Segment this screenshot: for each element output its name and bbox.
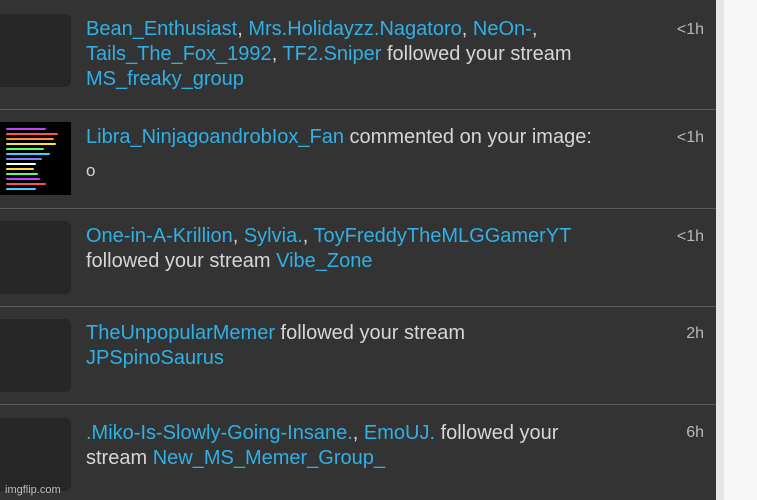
separator: , xyxy=(232,225,244,247)
action-text: commented on your image: xyxy=(349,126,592,148)
watermark: imgflip.com xyxy=(5,484,61,496)
action-text: stream xyxy=(86,447,148,469)
notification-row[interactable]: TheUnpopularMemer followed your stream J… xyxy=(0,307,716,405)
notification-text: TheUnpopularMemer followed your stream J… xyxy=(86,321,656,371)
comment-text: o xyxy=(86,161,96,180)
side-area xyxy=(724,0,757,500)
timestamp: <1h xyxy=(676,21,704,38)
user-link[interactable]: Libra_NinjagoandrobIox_Fan xyxy=(86,126,344,148)
separator: , xyxy=(531,18,538,40)
separator: , xyxy=(302,225,314,247)
stream-link[interactable]: Vibe_Zone xyxy=(276,250,372,272)
timestamp: 6h xyxy=(686,424,704,441)
stream-thumbnail[interactable] xyxy=(0,418,71,491)
separator: , xyxy=(271,43,283,65)
separator: , xyxy=(237,18,249,40)
notification-row[interactable]: Libra_NinjagoandrobIox_Fan commented on … xyxy=(0,110,716,209)
user-link[interactable]: NeOn- xyxy=(473,18,532,40)
user-link[interactable]: ToyFreddyTheMLGGamerYT xyxy=(314,225,572,247)
notifications-panel: Bean_Enthusiast, Mrs.Holidayzz.Nagatoro,… xyxy=(0,0,716,500)
timestamp: <1h xyxy=(676,228,704,245)
user-link[interactable]: TheUnpopularMemer xyxy=(86,322,275,344)
stream-link[interactable]: JPSpinoSaurus xyxy=(86,347,224,369)
notification-row[interactable]: One-in-A-Krillion, Sylvia., ToyFreddyThe… xyxy=(0,209,716,307)
user-link[interactable]: Tails_The_Fox_1992 xyxy=(86,43,272,65)
user-link[interactable]: One-in-A-Krillion xyxy=(86,225,233,247)
action-text: followed your stream xyxy=(280,322,466,344)
user-link[interactable]: Mrs.Holidayzz.Nagatoro xyxy=(248,18,461,40)
action-text: followed your stream xyxy=(386,43,572,65)
notification-text: One-in-A-Krillion, Sylvia., ToyFreddyThe… xyxy=(86,224,656,274)
user-link[interactable]: Sylvia. xyxy=(244,225,303,247)
separator: , xyxy=(461,18,473,40)
notification-text: Libra_NinjagoandrobIox_Fan commented on … xyxy=(86,125,656,150)
action-text: followed your stream xyxy=(86,250,271,272)
stream-thumbnail[interactable] xyxy=(0,221,71,294)
user-link[interactable]: .Miko-Is-Slowly-Going-Insane. xyxy=(86,422,353,444)
notification-row[interactable]: Bean_Enthusiast, Mrs.Holidayzz.Nagatoro,… xyxy=(0,0,716,110)
scrollbar-track[interactable] xyxy=(716,0,724,500)
stream-link[interactable]: New_MS_Memer_Group_ xyxy=(153,447,385,469)
stream-link[interactable]: MS_freaky_group xyxy=(86,68,244,90)
timestamp: <1h xyxy=(676,129,704,146)
action-text: followed your xyxy=(440,422,559,444)
separator: , xyxy=(352,422,364,444)
notification-row[interactable]: .Miko-Is-Slowly-Going-Insane., EmoUJ. fo… xyxy=(0,405,716,500)
stream-thumbnail[interactable] xyxy=(0,319,71,392)
stream-thumbnail[interactable] xyxy=(0,14,71,87)
user-link[interactable]: EmoUJ. xyxy=(364,422,435,444)
timestamp: 2h xyxy=(686,325,704,342)
notification-text: Bean_Enthusiast, Mrs.Holidayzz.Nagatoro,… xyxy=(86,17,656,92)
user-link[interactable]: Bean_Enthusiast xyxy=(86,18,237,40)
notification-text: .Miko-Is-Slowly-Going-Insane., EmoUJ. fo… xyxy=(86,421,656,471)
commented-image-thumbnail[interactable] xyxy=(0,122,71,195)
user-link[interactable]: TF2.Sniper xyxy=(282,43,381,65)
